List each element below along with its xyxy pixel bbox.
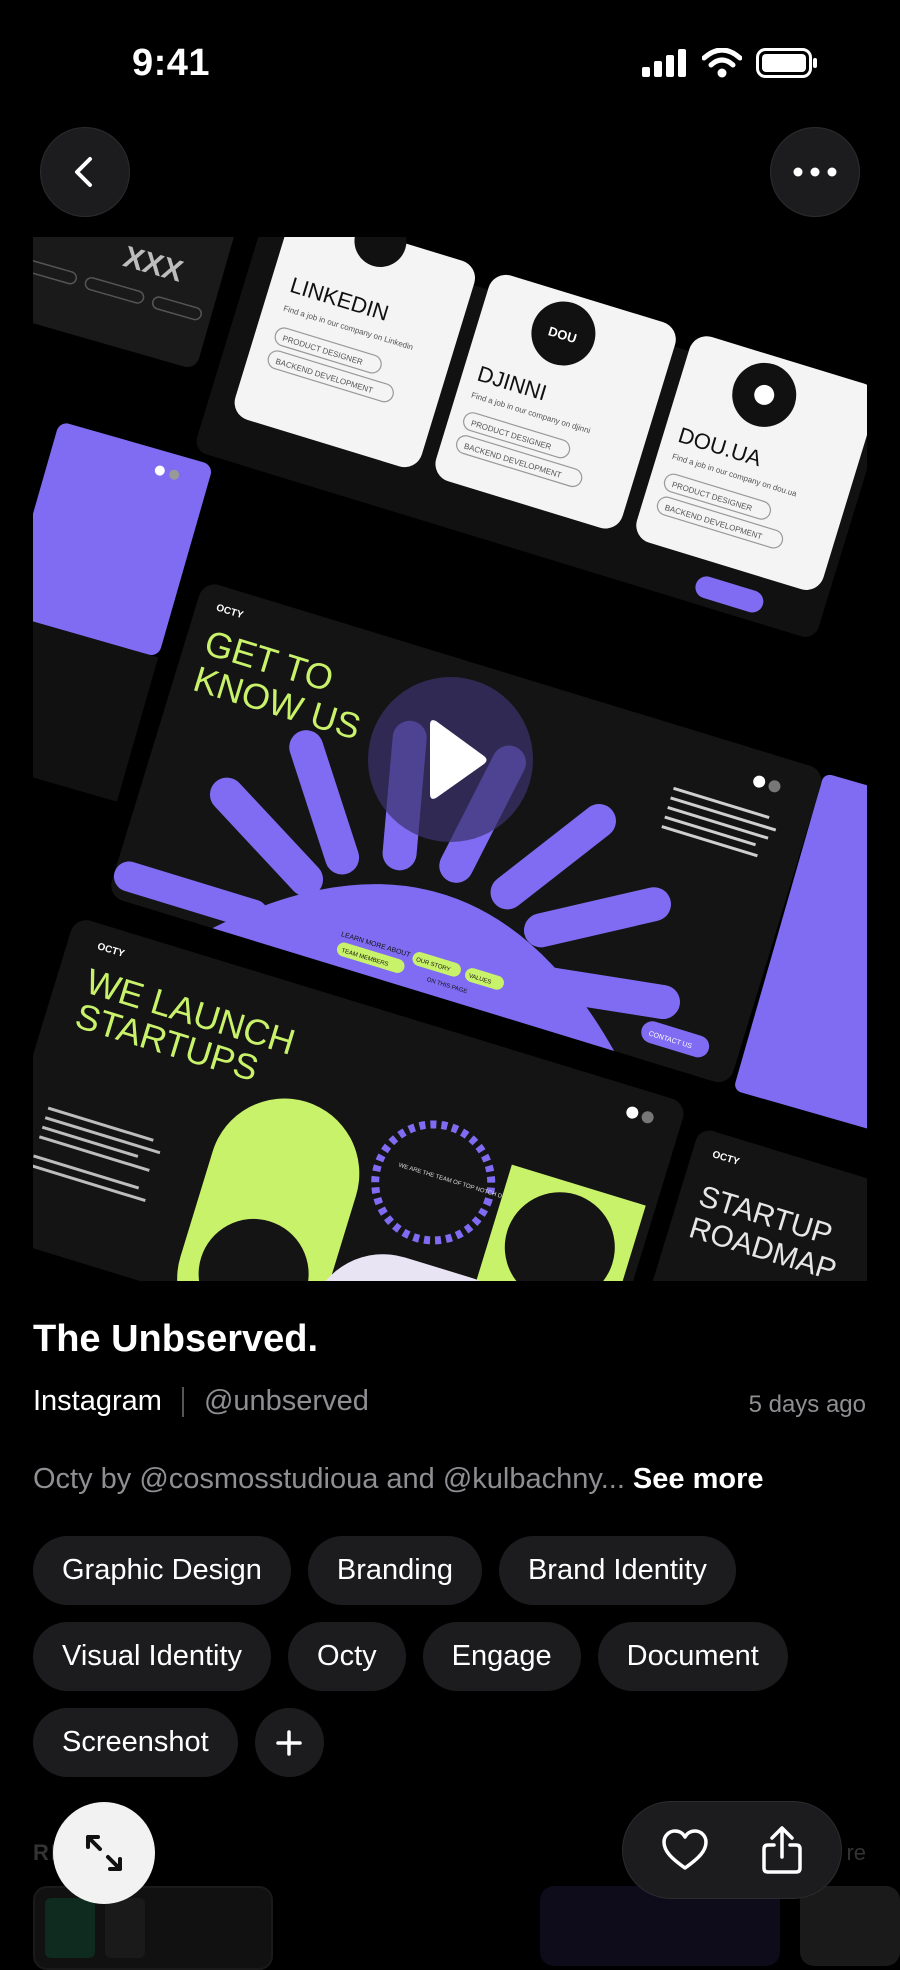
more-options-button[interactable] [770, 127, 860, 217]
share-icon [761, 1826, 802, 1874]
play-button[interactable] [368, 677, 533, 842]
plus-icon [276, 1729, 302, 1756]
description-text: Octy by @cosmosstudioua and @kulbachny..… [33, 1463, 625, 1495]
platform-link[interactable]: Instagram [33, 1385, 162, 1418]
tag-graphic-design[interactable]: Graphic Design [33, 1536, 291, 1605]
expand-button[interactable] [53, 1802, 155, 1904]
tag-document[interactable]: Document [597, 1622, 788, 1691]
tag-branding[interactable]: Branding [307, 1536, 482, 1605]
play-icon [430, 720, 487, 799]
tag-octy[interactable]: Octy [288, 1622, 406, 1691]
related-thumbnail-tile [105, 1898, 145, 1958]
back-button[interactable] [40, 127, 130, 217]
media-video[interactable]: XXX LINKEDIN Find a job in our company o… [33, 237, 867, 1281]
post-description: Octy by @cosmosstudioua and @kulbachny..… [33, 1463, 763, 1496]
tag-list: Graphic Design Branding Brand Identity V… [33, 1536, 873, 1777]
see-more-link[interactable]: See more [633, 1463, 764, 1495]
chevron-left-icon [75, 157, 92, 187]
ellipsis-icon [793, 167, 837, 177]
tag-visual-identity[interactable]: Visual Identity [33, 1622, 272, 1691]
wifi-icon [702, 48, 742, 78]
heart-icon [661, 1829, 708, 1870]
source-row: Instagram @unbserved [33, 1385, 369, 1418]
related-thumbnail-tile [45, 1898, 95, 1958]
tag-screenshot[interactable]: Screenshot [33, 1708, 238, 1777]
battery-icon [756, 48, 817, 78]
related-more-link[interactable]: re [846, 1840, 866, 1866]
status-icons [642, 48, 818, 78]
expand-icon [86, 1835, 122, 1871]
related-thumbnail[interactable] [800, 1886, 900, 1966]
post-title: The Unbserved. [33, 1318, 319, 1360]
add-tag-button[interactable] [254, 1708, 324, 1777]
tag-engage[interactable]: Engage [422, 1622, 581, 1691]
author-handle[interactable]: @unbserved [204, 1385, 369, 1418]
like-button[interactable] [661, 1828, 709, 1872]
related-thumbnail[interactable] [33, 1886, 273, 1970]
share-button[interactable] [760, 1825, 804, 1875]
tag-brand-identity[interactable]: Brand Identity [498, 1536, 736, 1605]
status-time: 9:41 [132, 42, 211, 84]
signal-icon [642, 49, 686, 77]
post-timestamp: 5 days ago [748, 1391, 866, 1418]
action-bar [622, 1801, 842, 1899]
separator [181, 1386, 184, 1417]
